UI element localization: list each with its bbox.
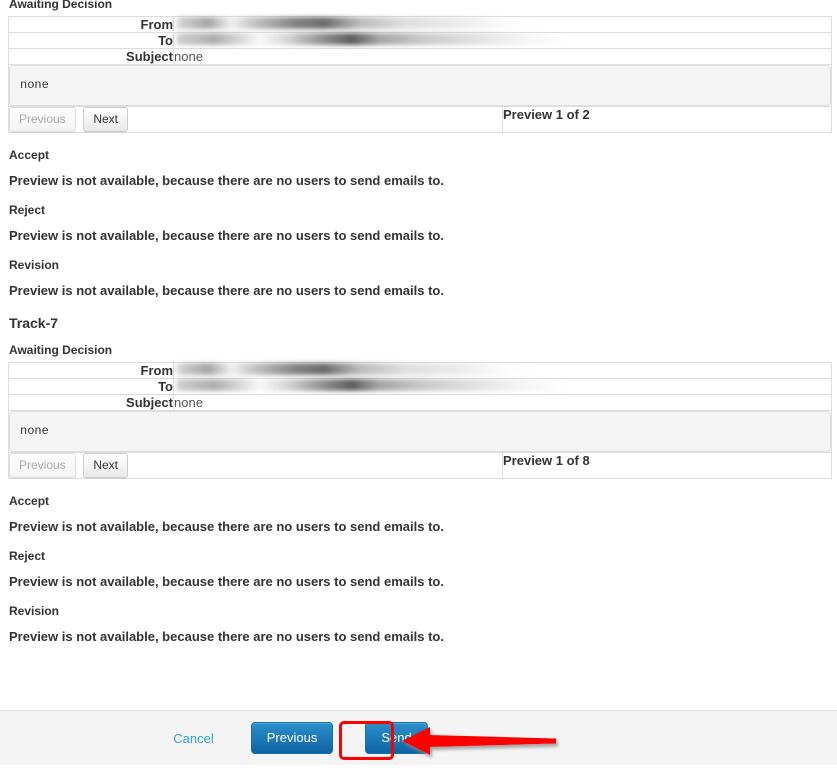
to-label: To	[8, 378, 174, 395]
email-preview-table-1: From To Subject none none Previous Next …	[8, 16, 832, 133]
to-value	[173, 378, 832, 395]
outcome-label-accept-2: Accept	[9, 494, 50, 508]
from-label: From	[8, 16, 174, 33]
table-row-subject: Subject none	[8, 394, 832, 411]
preview-section-1: Awaiting Decision From To Subject none n…	[8, 0, 832, 298]
cancel-link[interactable]: Cancel	[173, 731, 213, 746]
table-row-from: From	[8, 362, 832, 379]
outcome-message-accept-1: Preview is not available, because there …	[9, 173, 444, 188]
subject-label: Subject	[8, 394, 174, 411]
email-preview-page: Awaiting Decision From To Subject none n…	[0, 0, 837, 773]
next-preview-button[interactable]: Next	[83, 453, 128, 478]
to-label: To	[8, 32, 174, 49]
previous-step-button[interactable]: Previous	[250, 722, 334, 754]
redacted-from-address	[174, 17, 831, 29]
previous-preview-button[interactable]: Previous	[9, 453, 76, 478]
email-body-cell: none	[8, 64, 832, 107]
outcome-label-revision-1: Revision	[9, 258, 60, 272]
to-value	[173, 32, 832, 49]
table-row-body: none	[8, 410, 832, 453]
preview-section-2: Track-7 Awaiting Decision From To Subjec…	[8, 315, 832, 644]
preview-counter: Preview 1 of 2	[502, 106, 832, 133]
subject-label: Subject	[8, 48, 174, 65]
outcome-label-accept-1: Accept	[9, 148, 50, 162]
email-body-text: none	[9, 65, 831, 106]
outcome-message-revision-1: Preview is not available, because there …	[9, 283, 444, 298]
table-row-nav: Previous Next Preview 1 of 2	[8, 106, 832, 133]
table-row-body: none	[8, 64, 832, 107]
preview-nav-cell: Previous Next	[8, 452, 503, 479]
email-body-text: none	[9, 411, 831, 452]
email-preview-table-2: From To Subject none none Previous Next …	[8, 362, 832, 479]
track-title-2: Track-7	[9, 315, 59, 331]
preview-sections: Awaiting Decision From To Subject none n…	[0, 0, 837, 644]
subject-value: none	[173, 48, 832, 65]
preview-counter: Preview 1 of 8	[502, 452, 832, 479]
redacted-from-address	[174, 363, 831, 375]
from-value	[173, 16, 832, 33]
outcome-label-reject-2: Reject	[9, 549, 46, 563]
preview-nav-cell: Previous Next	[8, 106, 503, 133]
outcome-message-reject-2: Preview is not available, because there …	[9, 574, 444, 589]
subject-value: none	[173, 394, 832, 411]
status-heading-1: Awaiting Decision	[9, 0, 113, 11]
outcome-label-reject-1: Reject	[9, 203, 46, 217]
footer-action-bar: Cancel Previous Send	[0, 710, 837, 765]
table-row-from: From	[8, 16, 832, 33]
redacted-to-address	[174, 379, 831, 391]
outcome-message-revision-2: Preview is not available, because there …	[9, 629, 444, 644]
email-body-cell: none	[8, 410, 832, 453]
outcome-message-reject-1: Preview is not available, because there …	[9, 228, 444, 243]
table-row-nav: Previous Next Preview 1 of 8	[8, 452, 832, 479]
table-row-subject: Subject none	[8, 48, 832, 65]
send-button[interactable]: Send	[365, 722, 428, 754]
from-label: From	[8, 362, 174, 379]
redacted-to-address	[174, 33, 831, 45]
status-heading-2: Awaiting Decision	[9, 343, 113, 357]
table-row-to: To	[8, 32, 832, 49]
next-preview-button[interactable]: Next	[83, 107, 128, 132]
table-row-to: To	[8, 378, 832, 395]
previous-preview-button[interactable]: Previous	[9, 107, 76, 132]
from-value	[173, 362, 832, 379]
footer-buttons: Cancel Previous Send	[173, 722, 428, 754]
send-button-wrapper: Send	[365, 722, 428, 754]
outcome-label-revision-2: Revision	[9, 604, 60, 618]
outcome-message-accept-2: Preview is not available, because there …	[9, 519, 444, 534]
